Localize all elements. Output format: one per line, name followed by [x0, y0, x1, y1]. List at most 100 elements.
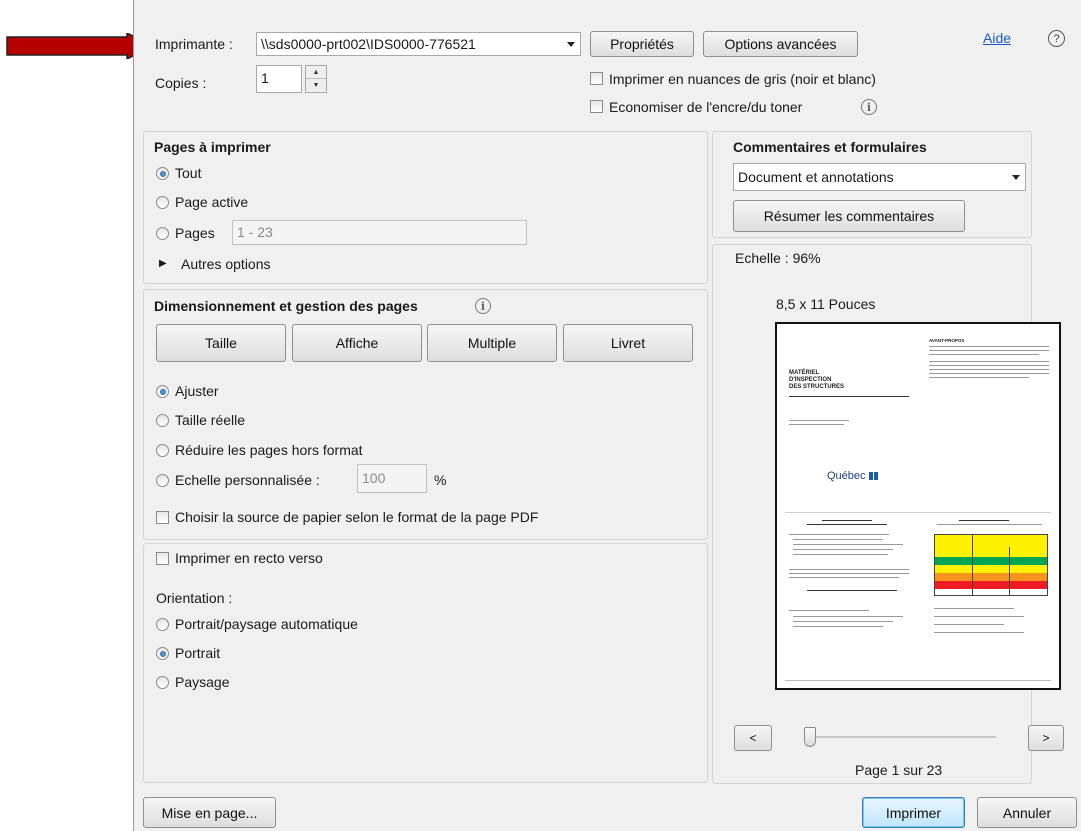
preview-text-line	[929, 365, 1049, 366]
advanced-options-button[interactable]: Options avancées	[703, 31, 858, 57]
print-button[interactable]: Imprimer	[862, 797, 965, 828]
duplex-label: Imprimer en recto verso	[175, 550, 323, 566]
preview-scale: Echelle : 96%	[735, 250, 821, 266]
preview-text-line	[793, 554, 888, 555]
table-row-orange	[935, 573, 1047, 581]
preview-text-line	[937, 524, 1042, 525]
radio-fit[interactable]	[156, 385, 169, 398]
preview-text-line	[789, 424, 844, 425]
preview-text-line	[789, 573, 909, 574]
table-row	[935, 589, 1047, 595]
radio-current-page-label: Page active	[175, 194, 249, 210]
pages-range-input[interactable]: 1 - 23	[232, 220, 527, 245]
preview-text-line	[789, 577, 899, 578]
preview-text-line	[934, 608, 1014, 609]
info-icon[interactable]: i	[475, 298, 491, 314]
preview-text-line	[929, 369, 1049, 370]
radio-all-label: Tout	[175, 165, 202, 181]
preview-text-line	[929, 350, 1049, 351]
preview-text-line	[793, 621, 893, 622]
radio-landscape-label: Paysage	[175, 674, 230, 690]
printer-value: \\sds0000-prt002\IDS0000-776521	[261, 36, 476, 52]
radio-actual-size[interactable]	[156, 414, 169, 427]
sizing-section-title: Dimensionnement et gestion des pages	[154, 298, 418, 314]
page-slider-thumb[interactable]	[804, 727, 816, 747]
orientation-title: Orientation :	[156, 590, 233, 606]
radio-auto-orientation[interactable]	[156, 618, 169, 631]
preview-rule	[789, 396, 909, 397]
more-options-toggle[interactable]: Autres options	[181, 256, 271, 272]
preview-text-line	[929, 361, 1049, 362]
radio-auto-orientation-label: Portrait/paysage automatique	[175, 616, 358, 632]
expand-triangle-icon[interactable]: ▶	[159, 258, 167, 269]
help-icon[interactable]: ?	[1048, 30, 1065, 47]
copies-input[interactable]: 1	[256, 65, 302, 93]
paper-size: 8,5 x 11 Pouces	[776, 296, 876, 312]
table-row-yellow	[935, 565, 1047, 573]
page-slider-track[interactable]	[808, 736, 996, 738]
next-page-button[interactable]: >	[1028, 725, 1064, 751]
table-column-divider	[1009, 547, 1010, 595]
comments-select[interactable]: Document et annotations	[733, 163, 1026, 191]
duplex-checkbox[interactable]	[156, 552, 169, 565]
up-arrow-icon[interactable]: ▲	[306, 66, 326, 79]
radio-all[interactable]	[156, 167, 169, 180]
preview-section-heading: AVANT-PROPOS	[929, 338, 965, 343]
preview-text-line	[822, 520, 872, 521]
printer-select[interactable]: \\sds0000-prt002\IDS0000-776521	[256, 32, 581, 56]
radio-shrink[interactable]	[156, 444, 169, 457]
cancel-button[interactable]: Annuler	[977, 797, 1077, 828]
chevron-down-icon	[567, 42, 575, 47]
preview-text-line	[789, 569, 909, 570]
grayscale-label: Imprimer en nuances de gris (noir et bla…	[609, 71, 876, 87]
preview-text-line	[807, 524, 887, 525]
preview-text-line	[793, 626, 883, 627]
properties-button[interactable]: Propriétés	[590, 31, 694, 57]
tab-poster[interactable]: Affiche	[292, 324, 422, 362]
previous-page-button[interactable]: <	[734, 725, 772, 751]
pages-section-title: Pages à imprimer	[154, 139, 271, 155]
radio-fit-label: Ajuster	[175, 383, 219, 399]
radio-pages[interactable]	[156, 227, 169, 240]
radio-portrait[interactable]	[156, 647, 169, 660]
grayscale-checkbox[interactable]	[590, 72, 603, 85]
radio-shrink-label: Réduire les pages hors format	[175, 442, 363, 458]
table-column-divider	[972, 535, 973, 595]
preview-text-line	[929, 377, 1029, 378]
radio-custom-scale[interactable]	[156, 474, 169, 487]
copies-stepper[interactable]: ▲ ▼	[305, 65, 327, 93]
copies-label: Copies :	[155, 75, 207, 91]
table-header	[935, 547, 1047, 557]
page-indicator: Page 1 sur 23	[855, 762, 943, 778]
custom-scale-input[interactable]: 100	[357, 464, 427, 493]
preview-text-line	[934, 616, 1024, 617]
preview-publisher: Québec	[827, 470, 866, 482]
down-arrow-icon[interactable]: ▼	[306, 79, 326, 92]
comments-value: Document et annotations	[738, 169, 894, 185]
radio-custom-scale-label: Echelle personnalisée :	[175, 472, 320, 488]
paper-source-checkbox[interactable]	[156, 511, 169, 524]
preview-text-line	[793, 549, 893, 550]
radio-portrait-label: Portrait	[175, 645, 221, 661]
summarize-comments-button[interactable]: Résumer les commentaires	[733, 200, 965, 232]
preview-text-line	[959, 520, 1009, 521]
radio-landscape[interactable]	[156, 676, 169, 689]
tab-multiple[interactable]: Multiple	[427, 324, 557, 362]
preview-text-line	[793, 539, 883, 540]
radio-actual-size-label: Taille réelle	[175, 412, 246, 428]
tab-booklet[interactable]: Livret	[563, 324, 693, 362]
radio-current-page[interactable]	[156, 196, 169, 209]
info-icon[interactable]: i	[861, 99, 877, 115]
preview-text-line	[929, 346, 1049, 347]
tab-size[interactable]: Taille	[156, 324, 286, 362]
help-link[interactable]: Aide	[983, 30, 1011, 46]
preview-page-divider	[785, 512, 1051, 513]
page-setup-button[interactable]: Mise en page...	[143, 797, 276, 828]
table-row-red	[935, 581, 1047, 589]
preview-text-line	[934, 624, 1004, 625]
save-ink-checkbox[interactable]	[590, 100, 603, 113]
chevron-down-icon	[1012, 175, 1020, 180]
preview-text-line	[793, 544, 903, 545]
save-ink-label: Economiser de l'encre/du toner	[609, 99, 803, 115]
table-row-green	[935, 557, 1047, 565]
